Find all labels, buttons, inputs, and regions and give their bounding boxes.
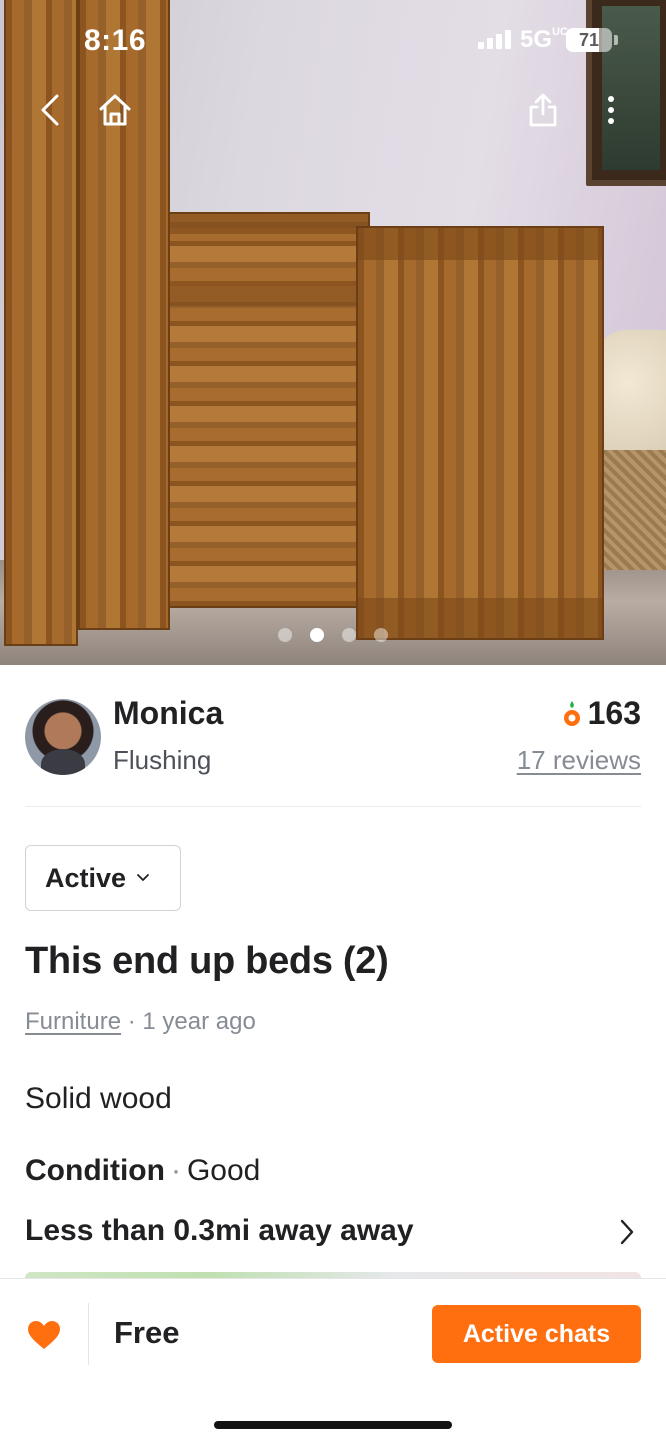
listing-description: Solid wood [25, 1082, 172, 1115]
temperature-value: 163 [587, 695, 641, 731]
listing-meta: Furniture · 1 year ago [25, 1008, 256, 1036]
condition-label: Condition [25, 1154, 165, 1187]
distance-text: Less than 0.3mi away away [25, 1214, 414, 1247]
network-type: 5GUC [520, 26, 568, 54]
carrot-icon [563, 700, 580, 726]
chevron-right-icon [620, 1219, 634, 1245]
listing-title: This end up beds (2) [25, 940, 389, 982]
seller-profile[interactable]: Monica Flushing 163 17 reviews [25, 695, 641, 785]
bottom-action-bar: Free Active chats [0, 1278, 666, 1440]
gallery-pagination [0, 628, 666, 642]
basket [596, 450, 666, 570]
wood-footboard [356, 226, 604, 640]
divider [25, 806, 641, 807]
gallery-dot[interactable] [342, 628, 356, 642]
more-vertical-icon [608, 96, 614, 124]
network-label: 5G [520, 26, 553, 53]
signal-icon [478, 29, 511, 49]
avatar[interactable] [25, 699, 101, 775]
category-link[interactable]: Furniture [25, 1008, 121, 1035]
active-chats-button[interactable]: Active chats [432, 1305, 641, 1363]
battery-icon: 71 [566, 28, 612, 52]
gallery-dot[interactable] [310, 628, 324, 642]
gallery-dot[interactable] [374, 628, 388, 642]
home-button[interactable] [87, 82, 143, 138]
status-label: Active [45, 862, 127, 893]
home-icon [99, 94, 131, 126]
distance-row[interactable]: Less than 0.3mi away away [25, 1210, 641, 1256]
divider [88, 1303, 89, 1365]
cloth-pile [596, 330, 666, 460]
status-time: 8:16 [84, 24, 147, 57]
back-button[interactable] [22, 82, 78, 138]
manner-temperature: 163 [562, 695, 641, 732]
meta-separator: · [127, 1008, 136, 1035]
price: Free [114, 1315, 180, 1350]
seller-location: Flushing [113, 745, 212, 775]
heart-icon [28, 1321, 60, 1349]
condition-separator: · [170, 1154, 181, 1187]
gallery-dot[interactable] [278, 628, 292, 642]
battery-tip [614, 35, 618, 45]
condition-row: Condition · Good [25, 1154, 260, 1188]
reviews-link[interactable]: 17 reviews [517, 745, 641, 776]
share-button[interactable] [515, 82, 571, 138]
condition-value: Good [186, 1154, 261, 1187]
listing-status-dropdown[interactable]: Active [25, 845, 181, 911]
chevron-down-icon [137, 874, 149, 881]
more-button[interactable] [583, 82, 639, 138]
seller-name[interactable]: Monica [113, 695, 223, 732]
status-bar: 8:16 5GUC 71 [0, 0, 666, 80]
like-button[interactable] [22, 1313, 66, 1357]
chevron-left-icon [41, 94, 59, 126]
posted-time: 1 year ago [142, 1008, 256, 1035]
home-indicator[interactable] [214, 1421, 452, 1429]
battery-level: 71 [578, 29, 600, 50]
share-icon [529, 93, 557, 127]
listing-screen: 8:16 5GUC 71 Monica Flushing 163 17 revi… [0, 0, 666, 1440]
